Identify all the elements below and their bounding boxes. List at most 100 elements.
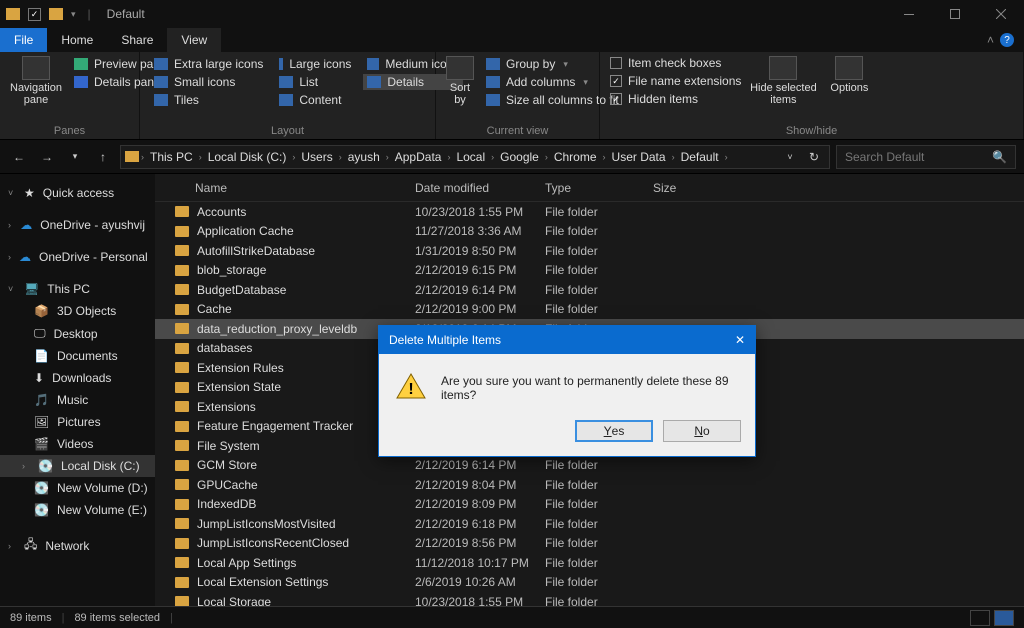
breadcrumb-seg[interactable]: User Data (608, 150, 670, 164)
sidebar-item[interactable]: 🖼Pictures (0, 411, 155, 433)
yes-button[interactable]: Yes (575, 420, 653, 442)
search-input[interactable]: Search Default 🔍 (836, 145, 1016, 169)
item-checkboxes-toggle[interactable]: Item check boxes (610, 56, 741, 70)
sidebar-thispc[interactable]: ˅🖥This PC (0, 278, 155, 300)
sidebar-onedrive[interactable]: ›☁OneDrive - ayushvij (0, 214, 155, 236)
table-row[interactable]: blob_storage2/12/2019 6:15 PMFile folder (155, 261, 1024, 281)
sidebar-item[interactable]: 🎬Videos (0, 433, 155, 455)
table-row[interactable]: AutofillStrikeDatabase1/31/2019 8:50 PMF… (155, 241, 1024, 261)
dialog-close-icon[interactable]: ✕ (735, 333, 745, 347)
table-row[interactable]: JumpListIconsRecentClosed2/12/2019 8:56 … (155, 534, 1024, 554)
col-name[interactable]: Name (195, 181, 415, 195)
layout-tiles[interactable]: Tiles (150, 92, 267, 108)
sidebar-item[interactable]: ›💽Local Disk (C:) (0, 455, 155, 477)
tab-file[interactable]: File (0, 28, 47, 52)
table-row[interactable]: Accounts10/23/2018 1:55 PMFile folder (155, 202, 1024, 222)
recent-dropdown[interactable]: ▾ (64, 146, 86, 168)
sidebar-item[interactable]: 💽New Volume (E:) (0, 499, 155, 521)
folder-icon (175, 304, 189, 315)
file-ext-toggle[interactable]: ✓File name extensions (610, 74, 741, 88)
breadcrumb-seg[interactable]: Local Disk (C:) (204, 150, 291, 164)
navigation-pane-button[interactable]: Navigation pane (10, 56, 62, 106)
sidebar-item[interactable]: 📦3D Objects (0, 300, 155, 322)
forward-button[interactable]: → (36, 146, 58, 168)
minimize-button[interactable] (886, 0, 932, 28)
dialog-message: Are you sure you want to permanently del… (441, 372, 739, 402)
breadcrumb-seg[interactable]: AppData (391, 150, 446, 164)
table-row[interactable]: Cache2/12/2019 9:00 PMFile folder (155, 300, 1024, 320)
breadcrumb-seg[interactable]: Default (677, 150, 723, 164)
tab-view[interactable]: View (167, 28, 221, 52)
breadcrumb-seg[interactable]: ayush (344, 150, 384, 164)
maximize-button[interactable] (932, 0, 978, 28)
options-button[interactable]: Options (825, 56, 873, 94)
drive-icon: 💽 (34, 503, 49, 517)
address-bar[interactable]: › This PC› Local Disk (C:)› Users› ayush… (120, 145, 830, 169)
folder-icon (175, 460, 189, 471)
qat-dropdown-icon[interactable]: ▾ (71, 9, 76, 20)
refresh-button[interactable]: ↻ (803, 146, 825, 168)
table-row[interactable]: BudgetDatabase2/12/2019 6:14 PMFile fold… (155, 280, 1024, 300)
folder-icon (175, 245, 189, 256)
view-details-icon[interactable] (970, 610, 990, 626)
breadcrumb-seg[interactable]: Local (452, 150, 489, 164)
layout-large[interactable]: Large icons (275, 56, 355, 72)
table-row[interactable]: Local Storage10/23/2018 1:55 PMFile fold… (155, 592, 1024, 606)
layout-xlarge[interactable]: Extra large icons (150, 56, 267, 72)
svg-text:!: ! (408, 381, 413, 398)
close-button[interactable] (978, 0, 1024, 28)
layout-list[interactable]: List (275, 74, 355, 90)
sort-by-button[interactable]: Sort by (446, 56, 474, 106)
drive-icon: 🖵 (34, 326, 46, 341)
breadcrumb-seg[interactable]: Chrome (550, 150, 601, 164)
tab-home[interactable]: Home (47, 28, 107, 52)
collapse-ribbon-icon[interactable]: ˄ (981, 28, 1000, 52)
folder-icon (175, 401, 189, 412)
up-button[interactable]: ↑ (92, 146, 114, 168)
folder-icon (175, 284, 189, 295)
table-row[interactable]: IndexedDB2/12/2019 8:09 PMFile folder (155, 495, 1024, 515)
folder-icon (6, 8, 20, 20)
folder-icon (175, 226, 189, 237)
table-row[interactable]: GCM Store2/12/2019 6:14 PMFile folder (155, 456, 1024, 476)
tab-share[interactable]: Share (107, 28, 167, 52)
sidebar-item[interactable]: ⬇Downloads (0, 367, 155, 389)
sidebar-item[interactable]: 💽New Volume (D:) (0, 477, 155, 499)
table-row[interactable]: Local Extension Settings2/6/2019 10:26 A… (155, 573, 1024, 593)
table-row[interactable]: Application Cache11/27/2018 3:36 AMFile … (155, 222, 1024, 242)
sidebar-onedrive[interactable]: ›☁OneDrive - Personal (0, 246, 155, 268)
col-date[interactable]: Date modified (415, 181, 545, 195)
sidebar-item[interactable]: 🎵Music (0, 389, 155, 411)
col-type[interactable]: Type (545, 181, 653, 195)
group-label-current: Current view (446, 123, 589, 137)
folder-icon (175, 440, 189, 451)
layout-content[interactable]: Content (275, 92, 355, 108)
breadcrumb-seg[interactable]: Google (496, 150, 543, 164)
view-large-icon[interactable] (994, 610, 1014, 626)
breadcrumb-seg[interactable]: This PC (146, 150, 197, 164)
breadcrumb-seg[interactable]: Users (297, 150, 336, 164)
layout-small[interactable]: Small icons (150, 74, 267, 90)
folder-icon (175, 518, 189, 529)
table-row[interactable]: JumpListIconsMostVisited2/12/2019 6:18 P… (155, 514, 1024, 534)
back-button[interactable]: ← (8, 146, 30, 168)
address-dropdown-icon[interactable]: ˅ (779, 146, 801, 168)
drive-icon: 📄 (34, 349, 49, 363)
hide-selected-button[interactable]: Hide selected items (749, 56, 817, 106)
folder-icon (175, 557, 189, 568)
hidden-items-toggle[interactable]: ✓Hidden items (610, 92, 741, 106)
column-headers[interactable]: Name Date modified Type Size (155, 174, 1024, 202)
qat-checkbox-icon[interactable]: ✓ (28, 8, 41, 21)
sidebar-item[interactable]: 🖵Desktop (0, 322, 155, 345)
sidebar-item[interactable]: 📄Documents (0, 345, 155, 367)
sidebar-quick-access[interactable]: ˅★Quick access (0, 182, 155, 204)
no-button[interactable]: No (663, 420, 741, 442)
sidebar: ˅★Quick access ›☁OneDrive - ayushvij ›☁O… (0, 174, 155, 606)
sidebar-network[interactable]: ›🖧Network (0, 531, 155, 560)
table-row[interactable]: Local App Settings11/12/2018 10:17 PMFil… (155, 553, 1024, 573)
col-size[interactable]: Size (653, 181, 713, 195)
delete-dialog: Delete Multiple Items ✕ ! Are you sure y… (378, 325, 756, 457)
drive-icon: 📦 (34, 304, 49, 318)
help-icon[interactable]: ? (1000, 33, 1014, 47)
table-row[interactable]: GPUCache2/12/2019 8:04 PMFile folder (155, 475, 1024, 495)
